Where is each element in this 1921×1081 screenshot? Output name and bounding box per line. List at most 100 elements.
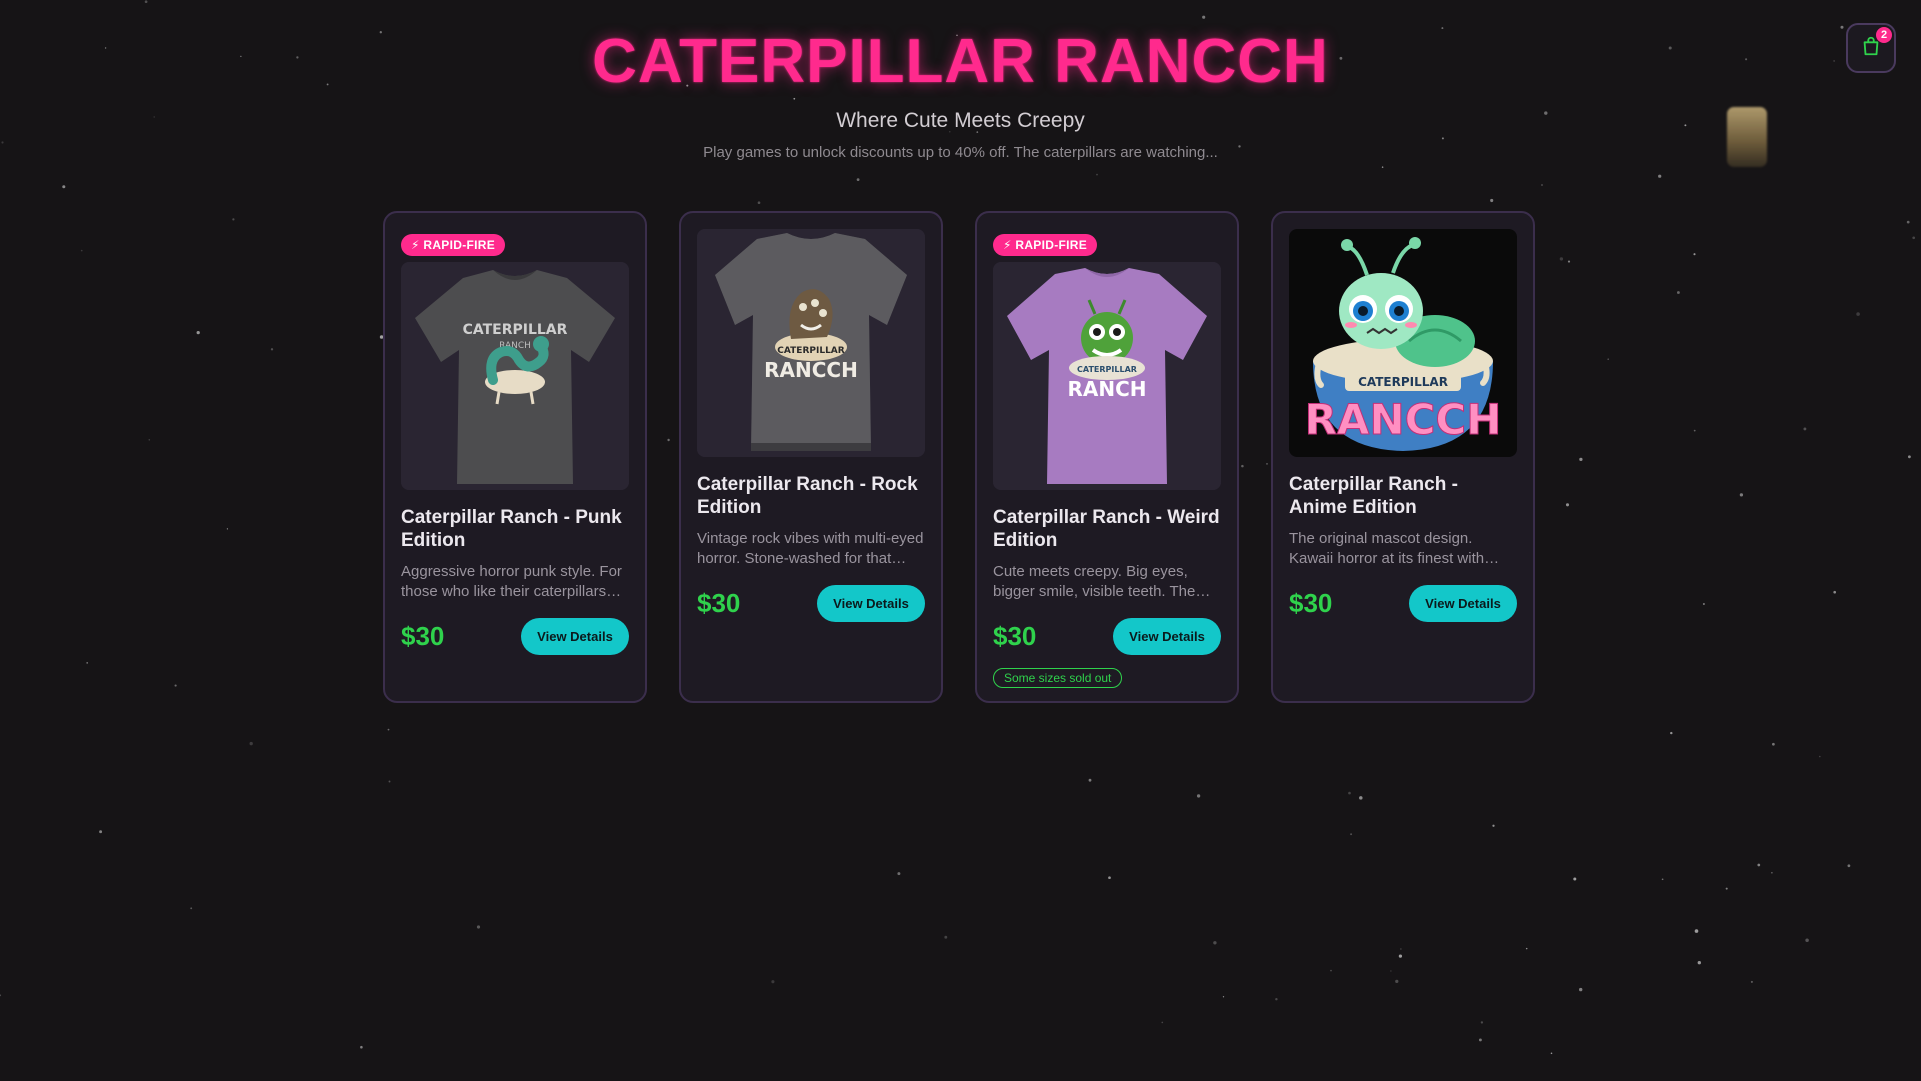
star [1213, 941, 1217, 945]
star [757, 201, 761, 205]
view-details-button[interactable]: View Details [521, 618, 629, 655]
star [1579, 457, 1583, 462]
star [1670, 731, 1673, 735]
product-image[interactable]: CATERPILLAR RANCH [993, 262, 1221, 490]
star [1693, 429, 1696, 432]
tagline: Where Cute Meets Creepy [836, 109, 1085, 132]
star [86, 662, 89, 664]
svg-text:RANCCH: RANCCH [1305, 395, 1502, 444]
star [1739, 493, 1744, 497]
product-price: $30 [1289, 588, 1333, 618]
star [1088, 778, 1092, 782]
product-card[interactable]: ⚡ RAPID-FIRE CATERPILLAR RANCH Caterpill… [975, 211, 1239, 703]
svg-text:RANCH: RANCH [1067, 377, 1146, 401]
product-price: $30 [697, 588, 741, 618]
star [1907, 455, 1911, 459]
product-image[interactable]: CATERPILLAR RANCCH [1289, 229, 1517, 457]
star [1441, 137, 1444, 140]
star [1222, 996, 1225, 998]
star [667, 438, 670, 442]
star [1492, 824, 1495, 827]
product-card[interactable]: CATERPILLAR RANCCH Caterpillar Ranch - A… [1271, 211, 1535, 703]
star [1567, 260, 1571, 263]
view-details-button[interactable]: View Details [817, 585, 925, 622]
page-title: CATERPILLAR RANCCH [592, 27, 1329, 96]
svg-text:CATERPILLAR: CATERPILLAR [1077, 365, 1137, 374]
star [1330, 969, 1332, 972]
star [270, 348, 274, 351]
product-name: Caterpillar Ranch - Weird Edition [993, 507, 1220, 551]
product-price: $30 [401, 621, 445, 651]
star [1912, 236, 1916, 240]
product-card[interactable]: ⚡ RAPID-FIRE CATERPILLAR RANCH Caterpill… [383, 211, 647, 703]
rapid-fire-badge: ⚡ RAPID-FIRE [401, 234, 506, 256]
star [1658, 174, 1662, 178]
starfield-background [0, 0, 1916, 1055]
star [1847, 864, 1851, 868]
svg-text:CATERPILLAR: CATERPILLAR [1358, 375, 1448, 389]
star [1573, 877, 1577, 881]
star [1381, 166, 1384, 168]
star [1266, 463, 1268, 465]
floating-product-thumbnail [1727, 107, 1767, 167]
star [1803, 427, 1807, 431]
star [1607, 358, 1609, 360]
star [232, 218, 235, 221]
star [0, 994, 2, 997]
star [1108, 876, 1111, 880]
star [1400, 948, 1402, 950]
cart-button[interactable]: 2 [1846, 23, 1896, 73]
price-row: $30 View Details [993, 618, 1221, 655]
star [1694, 929, 1699, 933]
star [1856, 312, 1860, 316]
star [1480, 1021, 1484, 1024]
star [1771, 872, 1773, 874]
star [1161, 1021, 1164, 1024]
star [1805, 938, 1809, 942]
star [1096, 173, 1098, 176]
svg-text:CATERPILLAR: CATERPILLAR [777, 346, 844, 356]
star [80, 249, 83, 252]
star [388, 780, 391, 783]
star [1550, 1052, 1553, 1055]
star [1818, 755, 1821, 758]
product-image[interactable]: CATERPILLAR RANCH [401, 262, 629, 490]
star [1196, 794, 1201, 798]
star [944, 935, 948, 939]
star [1772, 742, 1775, 746]
star [190, 907, 193, 910]
star [1275, 997, 1278, 1001]
cart-count-badge: 2 [1876, 27, 1892, 43]
product-card[interactable]: CATERPILLAR RANCCH Caterpillar Ranch - R… [679, 211, 943, 703]
price-row: $30 View Details [1289, 585, 1517, 622]
product-price: $30 [993, 621, 1037, 651]
star [226, 528, 228, 530]
star [1750, 980, 1753, 983]
star [1390, 970, 1392, 972]
star [1757, 863, 1761, 867]
svg-text:RANCCH: RANCCH [764, 358, 858, 382]
star [1490, 198, 1494, 203]
star [476, 925, 481, 929]
star [1350, 833, 1353, 836]
star [1697, 961, 1701, 965]
view-details-button[interactable]: View Details [1409, 585, 1517, 622]
star [1661, 878, 1664, 881]
star [1359, 796, 1363, 800]
star [1579, 987, 1583, 992]
star [1565, 503, 1570, 507]
star [1348, 791, 1351, 795]
product-image[interactable]: CATERPILLAR RANCCH [697, 229, 925, 457]
star [1693, 253, 1696, 256]
star [360, 1045, 363, 1049]
product-description: Vintage rock vibes with multi-eyed horro… [697, 530, 924, 567]
svg-text:CATERPILLAR: CATERPILLAR [463, 322, 568, 338]
product-name: Caterpillar Ranch - Anime Edition [1289, 474, 1458, 518]
star [1833, 590, 1837, 594]
star [1906, 220, 1910, 224]
product-description: Cute meets creepy. Big eyes, bigger smil… [993, 563, 1196, 600]
star [1525, 947, 1528, 950]
star [1541, 184, 1543, 186]
star [1702, 602, 1705, 606]
view-details-button[interactable]: View Details [1113, 618, 1221, 655]
